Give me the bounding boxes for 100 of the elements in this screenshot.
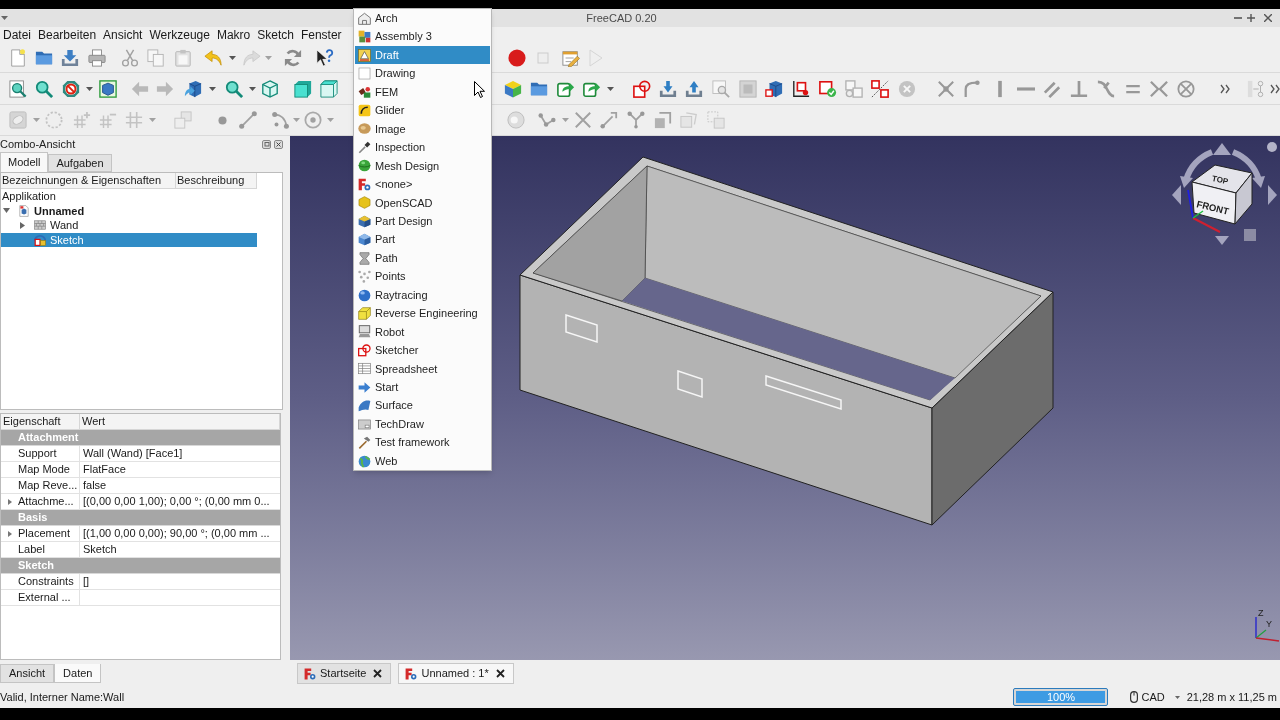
caret-icon[interactable] [249,86,256,91]
square-circle-icon[interactable] [633,79,651,98]
square-axes-icon[interactable] [792,79,810,98]
page-magnifier-icon[interactable] [9,79,27,98]
menu-item[interactable]: Part Design [355,212,490,231]
cube-front-icon[interactable] [294,79,312,98]
menu-item[interactable]: Sketch [257,29,294,41]
notepad-pencil-icon[interactable] [562,48,580,67]
caret-icon[interactable] [1,16,8,20]
close-icon[interactable] [274,139,283,149]
menu-item[interactable]: Surface [355,396,490,415]
mouse-cursor-icon [474,81,485,98]
square-check-icon[interactable] [819,79,837,98]
menu-item[interactable]: Test framework [355,433,490,452]
triangle-right-icon[interactable] [7,498,12,505]
cube-square-icon[interactable] [765,79,783,98]
menu-item[interactable]: TechDraw [355,414,490,434]
overflow-chevron-icon[interactable] [1220,83,1230,94]
record-icon[interactable] [508,48,526,67]
document-tab[interactable]: Startseite [297,663,392,684]
cube-top-icon[interactable] [320,79,338,98]
undo-arrow-icon[interactable] [204,48,222,67]
caret-icon[interactable] [86,86,93,91]
menu-item[interactable]: Reverse Engineering [355,304,490,323]
menu-item[interactable]: Werkzeuge [149,29,210,41]
menu-item[interactable]: Datei [3,29,31,41]
status-message: Valid, Interner Name:Wall [0,689,125,705]
navigation-style[interactable]: CAD [1141,688,1165,706]
menu-item[interactable]: Sketcher [355,341,490,360]
right-arrow-icon[interactable] [156,79,174,98]
app-logo-icon [405,667,418,680]
new-document-icon[interactable] [9,48,27,67]
document-tab[interactable]: Unnamed : 1* [398,663,514,684]
download-tray-icon[interactable] [659,79,677,98]
printer-icon[interactable] [88,48,106,67]
arrow-icon [358,380,371,394]
menu-item[interactable]: Drawing [355,64,490,83]
menu-item[interactable]: Points [355,267,490,286]
column-header[interactable]: Bezeichnungen & Eigenschaften [1,173,176,189]
menu-item[interactable]: Inspection [355,138,490,157]
triangle-right-icon[interactable] [7,530,12,537]
tab[interactable]: Aufgaben [48,154,112,172]
tree-item[interactable]: Unnamed [1,203,257,218]
caret-icon[interactable] [229,55,236,60]
menu-item[interactable]: Image [355,119,490,139]
menu-item[interactable]: Makro [216,29,251,41]
menu-item[interactable]: FEM [355,82,490,102]
menu-item[interactable]: OpenSCAD [355,193,490,212]
column-header[interactable]: Wert [80,414,280,430]
menu-item[interactable]: Path [355,248,490,268]
tree-item[interactable]: Sketch [1,232,257,247]
caret-icon[interactable] [1174,695,1180,699]
menu-item[interactable]: Mesh Design [355,156,490,176]
menu-item[interactable]: Part [355,230,490,249]
caret-icon[interactable] [209,86,216,91]
menu-item[interactable]: Glider [355,101,490,120]
maximize-icon[interactable] [1247,14,1255,22]
caret-icon[interactable] [607,86,614,91]
sphere-icon [358,159,371,173]
tree-item[interactable]: Wand [1,218,257,233]
colored-cube-icon[interactable] [504,79,522,98]
menu-item[interactable]: Web [355,451,490,471]
cube-arrow-icon[interactable] [184,79,202,98]
refresh-icon[interactable] [284,48,302,67]
menu-item[interactable]: Raytracing [355,285,490,305]
magnifier-icon[interactable] [225,79,243,98]
magnifier-icon[interactable] [35,79,53,98]
menu-item[interactable]: Assembly 3 [355,27,490,46]
tab[interactable]: Daten [54,664,102,683]
triangle-down-icon[interactable] [3,208,10,214]
bounding-box-icon[interactable] [99,79,117,98]
menu-item[interactable]: Fenster [300,29,342,41]
mirrored-squares-icon[interactable] [871,79,889,98]
menu-item[interactable]: Start [355,378,490,397]
float-icon[interactable] [262,139,271,149]
menu-item[interactable]: Spreadsheet [355,359,490,379]
hexagon-icon [358,196,371,210]
wireframe-cube-icon[interactable] [261,79,279,98]
triangle-right-icon[interactable] [20,221,25,229]
menu-item[interactable]: Ansicht [103,29,143,41]
left-arrow-icon[interactable] [131,79,149,98]
column-header[interactable]: Eigenschaft [1,414,80,430]
property-name: Map Reve... [18,478,78,494]
menu-item[interactable]: Bearbeiten [38,29,97,41]
tab[interactable]: Ansicht [0,664,55,683]
tab[interactable]: Modell [0,152,49,172]
menu-item[interactable]: <none> [355,175,490,194]
menu-item[interactable]: Robot [355,322,490,342]
save-tray-icon[interactable] [61,48,79,67]
overflow-chevron-icon[interactable] [1270,83,1280,94]
menu-item[interactable]: Draft [355,45,490,65]
column-header[interactable]: Beschreibung [176,173,257,189]
property-value: [] [83,574,90,590]
menu-item[interactable]: Arch [355,9,490,28]
pointer-question-icon[interactable] [316,48,334,67]
upload-tray-icon[interactable] [685,79,703,98]
property-name: Attachme... [18,494,74,510]
no-entry-icon[interactable] [62,79,80,98]
close-icon[interactable] [495,669,505,678]
close-icon[interactable] [373,669,383,678]
